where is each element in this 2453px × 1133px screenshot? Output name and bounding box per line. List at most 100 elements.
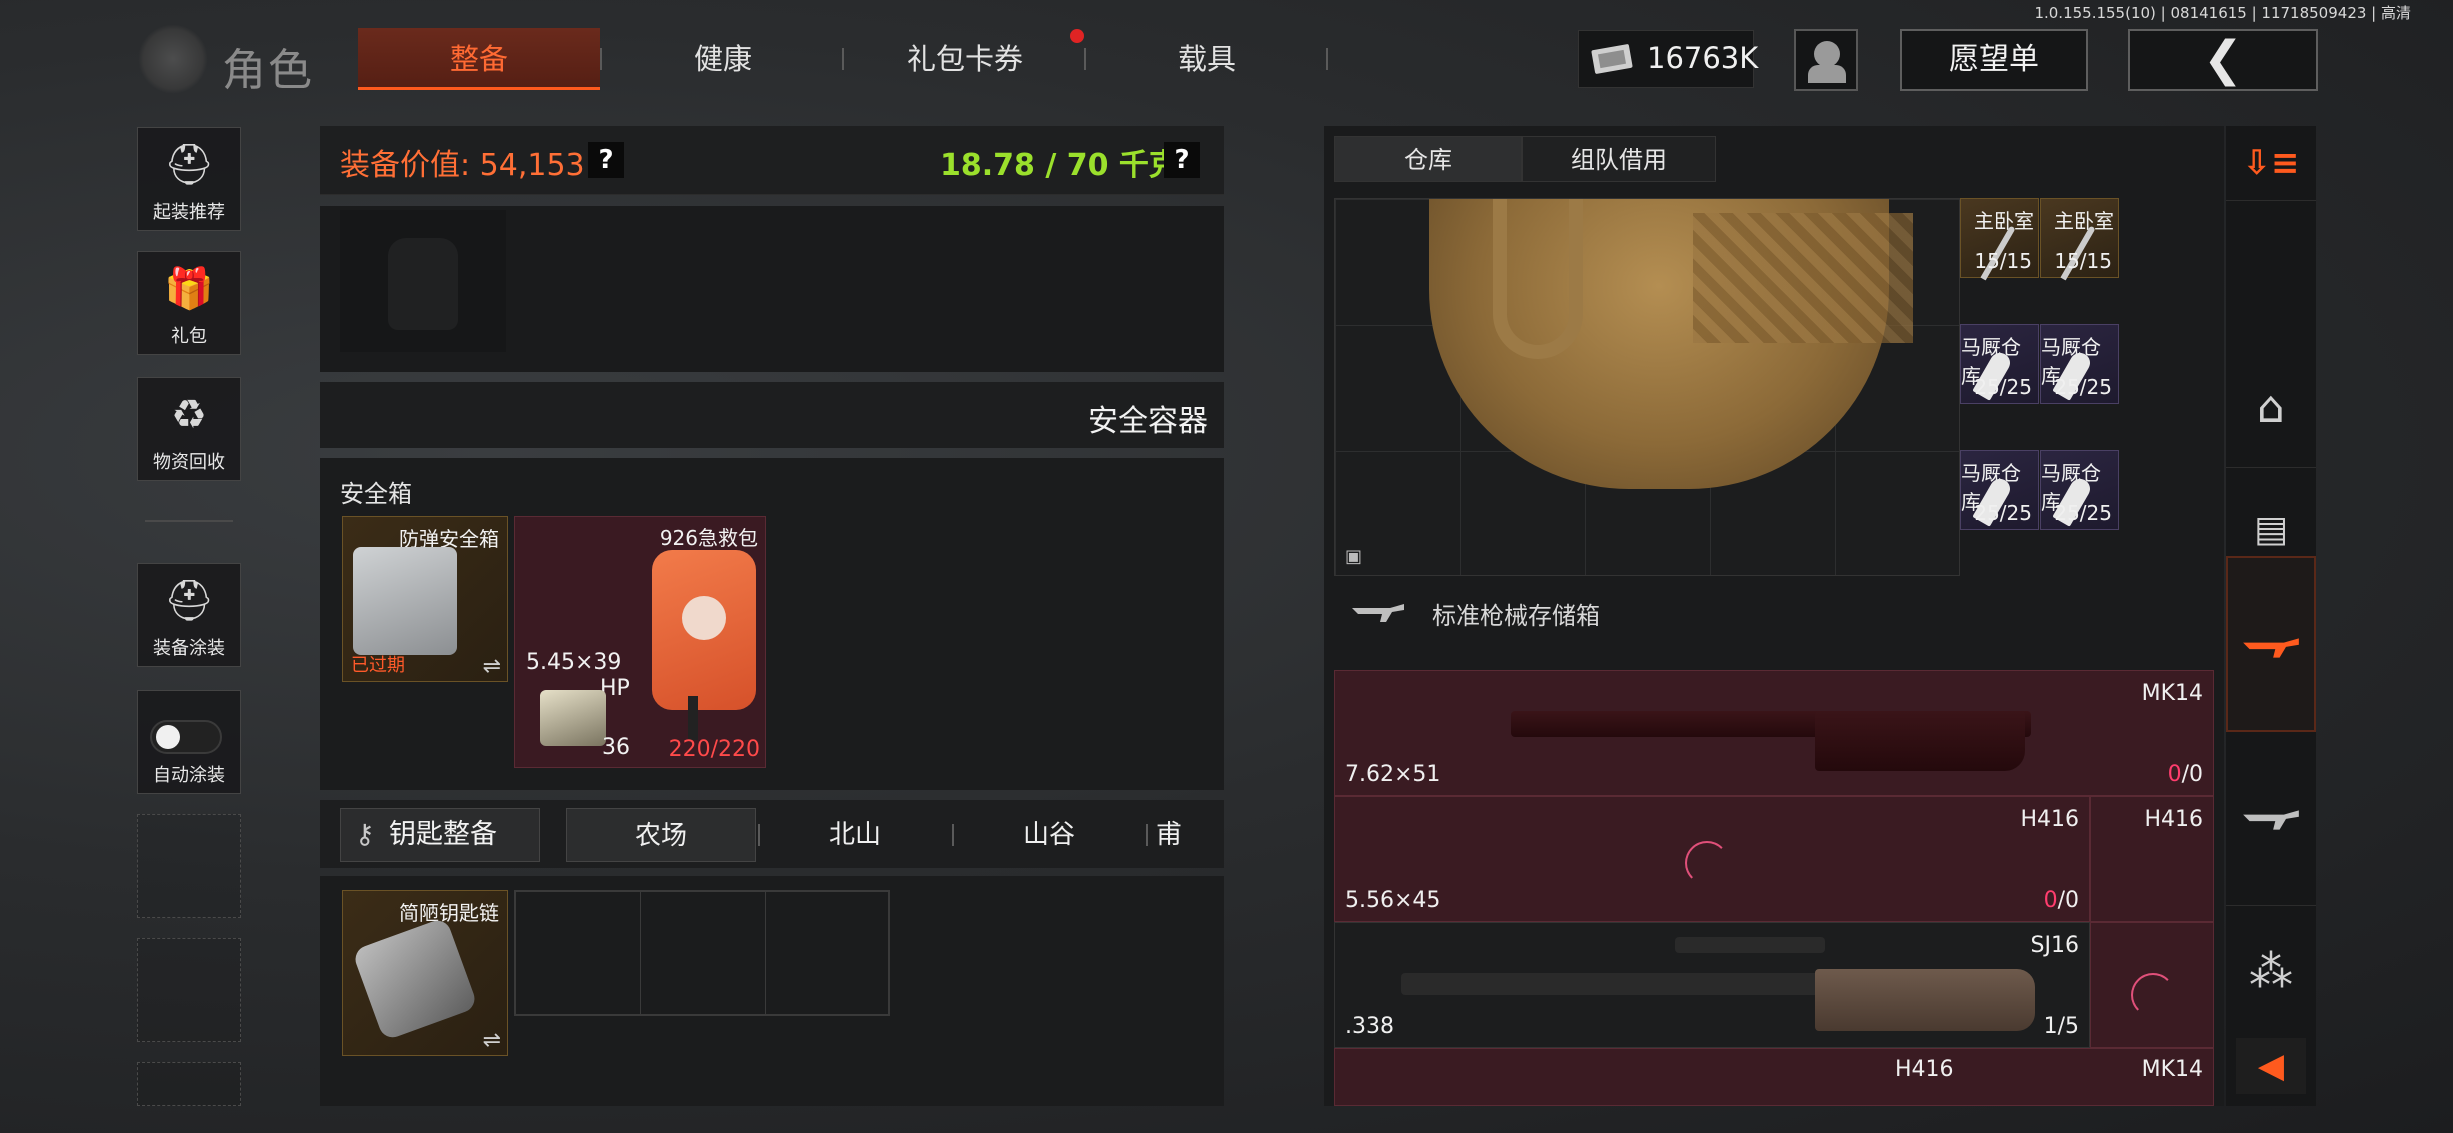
key-loadout-label: 钥匙整备 — [389, 819, 497, 850]
rifle-box-label: 标准枪械存储箱 — [1432, 602, 1600, 630]
medkit-item[interactable]: 926急救包 220/220 — [640, 516, 766, 768]
weapon-ammo-count: 0/0 — [2168, 762, 2203, 787]
weapon-ammo-count: 0/0 — [2044, 888, 2079, 913]
sidebar-empty-slot — [137, 938, 241, 1042]
loaded-count: 0 — [2167, 762, 2182, 787]
safebox-title: 安全箱 — [340, 480, 412, 508]
weapon-slot-h416-2[interactable]: H416 — [2090, 796, 2214, 922]
nav-ammo-icon[interactable]: ⁂ — [2226, 906, 2316, 1038]
capacity-count: /0 — [2057, 888, 2079, 913]
key-slot[interactable] — [640, 891, 766, 1015]
sidebar-item-loadout-recommend[interactable]: ⛑ 起装推荐 — [137, 127, 241, 231]
keychain-item[interactable]: 简陋钥匙链 ⇌ — [342, 890, 508, 1056]
safebox-section: 安全箱 防弹安全箱 已过期 ⇌ 5.45×39 HP 36 926急救包 220… — [320, 458, 1224, 790]
key-loadout-button[interactable]: ⚷ 钥匙整备 — [340, 808, 540, 862]
weight-value: 18.78 / 70 千克 — [940, 148, 1179, 183]
key-uses: 25/25 — [1974, 501, 2032, 525]
key-tabbar: ⚷ 钥匙整备 农场 北山 山谷 甫 — [320, 800, 1224, 868]
tab-health[interactable]: 健康 — [602, 28, 844, 90]
auto-paint-toggle[interactable] — [150, 720, 222, 754]
weight-help-icon[interactable]: ? — [1164, 142, 1200, 178]
ammo-box-image — [540, 690, 606, 746]
medkit-tube — [688, 696, 698, 740]
page-title: 角色 — [222, 45, 314, 96]
mk14-stock — [1815, 711, 2025, 771]
weapon-name: H416 — [2020, 807, 2079, 832]
weapon-slot-mk14[interactable]: MK14 7.62×51 0/0 — [1334, 670, 2214, 796]
key-tab-more[interactable]: 甫 — [1156, 808, 1216, 862]
rifle-icon — [1350, 600, 1406, 622]
key-item[interactable]: 马厩仓库 25/25 — [1960, 324, 2039, 404]
tab-gift-vouchers[interactable]: 礼包卡券 — [844, 28, 1086, 90]
tab-equipment[interactable]: 整备 — [358, 28, 600, 90]
sidebar-item-gift[interactable]: 🎁 礼包 — [137, 251, 241, 355]
sj16-barrel — [1401, 973, 1851, 995]
weapon-slot-h416[interactable]: H416 5.56×45 0/0 — [1334, 796, 2090, 922]
loading-spinner-icon — [1685, 841, 1729, 885]
tab-warehouse[interactable]: 仓库 — [1334, 136, 1522, 182]
notification-dot — [1070, 29, 1084, 43]
swap-icon[interactable]: ⇌ — [483, 654, 501, 679]
ammo-item[interactable]: 5.45×39 HP 36 — [514, 642, 640, 768]
wishlist-button[interactable]: 愿望单 — [1900, 29, 2088, 91]
loaded-count: 0 — [2043, 888, 2058, 913]
backpack-slot[interactable] — [340, 210, 506, 352]
tab-vehicles[interactable]: 载具 — [1086, 28, 1328, 90]
recycle-icon: ♻ — [171, 392, 207, 438]
backpack-placeholder-icon — [388, 238, 458, 330]
bulletproof-case-item[interactable]: 防弹安全箱 已过期 ⇌ — [342, 516, 508, 682]
key-item[interactable]: 主卧室 15/15 — [1960, 198, 2039, 281]
key-item[interactable]: 马厩仓库 25/25 — [2040, 450, 2119, 530]
key-tab-valley[interactable]: 山谷 — [954, 808, 1144, 862]
sidebar-item-equipment-paint[interactable]: ⛑ 装备涂装 — [137, 563, 241, 667]
value-help-icon[interactable]: ? — [588, 142, 624, 178]
tab-divider — [1326, 48, 1328, 70]
weapon-name: SJ16 — [2030, 933, 2079, 958]
keychain-image — [351, 916, 479, 1042]
key-icon: ⚷ — [355, 819, 375, 850]
sidebar-item-label: 起装推荐 — [153, 202, 225, 223]
keychain-section: 简陋钥匙链 ⇌ — [320, 876, 1224, 1106]
medkit-name: 926急救包 — [659, 526, 758, 550]
weapon-name: H416 — [1895, 1057, 1954, 1082]
sidebar-empty-slot — [137, 1062, 241, 1106]
nav-rifle-icon[interactable] — [2226, 730, 2316, 906]
equipment-value: 装备价值: 54,153 — [340, 148, 585, 183]
tab-team-borrow[interactable]: 组队借用 — [1522, 136, 1716, 182]
nav-rifle-active-icon[interactable] — [2226, 556, 2316, 732]
weapon-caliber: 7.62×51 — [1345, 762, 1441, 787]
backpack-item[interactable] — [1429, 199, 1913, 489]
key-tab-farm[interactable]: 农场 — [566, 808, 756, 862]
backpack-molle — [1693, 213, 1913, 343]
back-button[interactable]: ❮ — [2128, 29, 2318, 91]
nav-home-icon[interactable]: ⌂ — [2226, 348, 2316, 468]
weapon-slot-empty[interactable] — [2090, 922, 2214, 1048]
keychain-name: 简陋钥匙链 — [399, 901, 499, 925]
weapon-slot-row4[interactable]: H416 MK14 — [1334, 1048, 2214, 1106]
operator-avatar-button[interactable] — [1794, 29, 1858, 91]
paint-icon: ⛑ — [163, 578, 215, 624]
version-info: 1.0.155.155(10) | 08141615 | 11718509423… — [2034, 4, 2411, 22]
capacity-count: /0 — [2181, 762, 2203, 787]
safe-container-label: 安全容器 — [1088, 404, 1208, 439]
key-item[interactable]: 马厩仓库 25/25 — [1960, 450, 2039, 530]
weapon-slot-sj16[interactable]: SJ16 .338 1/5 — [1334, 922, 2090, 1048]
key-tab-north-mountain[interactable]: 北山 — [760, 808, 950, 862]
sidebar-item-label: 物资回收 — [153, 452, 225, 473]
storage-panel: 仓库 组队借用 ▣ 主卧室 15/15 主卧室 15/15 马厩仓库 25/25… — [1324, 126, 2224, 1106]
currency-display[interactable]: 16763K — [1578, 30, 1758, 88]
character-logo-icon — [138, 24, 208, 94]
medical-cross-icon — [682, 596, 726, 640]
sort-icon[interactable]: ⇩≡ — [2226, 126, 2316, 201]
loading-spinner-icon — [2131, 973, 2175, 1017]
key-name: 主卧室 — [1974, 209, 2034, 233]
collapse-arrow-icon[interactable]: ◀ — [2236, 1038, 2306, 1094]
key-slot[interactable] — [765, 891, 889, 1015]
key-item[interactable]: 主卧室 15/15 — [2040, 198, 2119, 281]
key-item[interactable]: 马厩仓库 25/25 — [2040, 324, 2119, 404]
swap-icon[interactable]: ⇌ — [483, 1028, 501, 1053]
backpack-slot-section — [320, 206, 1224, 372]
operator-body-icon — [1808, 65, 1846, 83]
key-slot[interactable] — [515, 891, 641, 1015]
sidebar-item-recycle[interactable]: ♻ 物资回收 — [137, 377, 241, 481]
